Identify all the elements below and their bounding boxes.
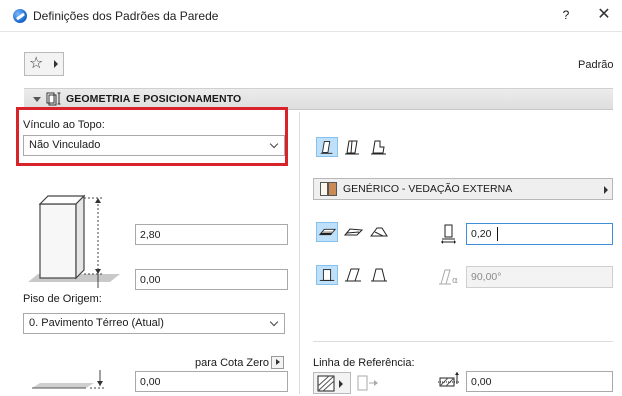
chevron-down-icon <box>269 139 279 149</box>
window-title: Definições dos Padrões da Parede <box>33 9 219 23</box>
straight-wall-method-button[interactable] <box>316 137 338 157</box>
home-floor-dropdown[interactable]: 0. Pavimento Térreo (Atual) <box>23 313 285 334</box>
favorites-button[interactable]: ☆ <box>24 52 64 76</box>
base-offset-value: 0,00 <box>140 274 161 286</box>
polygonal-wall-method-button[interactable] <box>368 137 390 157</box>
svg-text:α: α <box>452 276 458 286</box>
base-offset-input[interactable]: 0,00 <box>135 269 288 290</box>
chevron-down-icon <box>269 317 279 327</box>
text-cursor <box>497 227 498 241</box>
top-link-label: Vínculo ao Topo: <box>23 119 105 131</box>
arrow-right-icon <box>604 186 608 194</box>
basic-structure-button[interactable] <box>316 222 338 242</box>
wall-geometry-icon <box>46 92 62 106</box>
vertical-wall-button[interactable] <box>316 265 338 285</box>
reference-line-offset-value: 0,00 <box>471 376 492 388</box>
composite-structure-button[interactable] <box>342 222 364 242</box>
trapezoid-wall-method-button[interactable] <box>342 137 364 157</box>
reference-line-icon <box>317 375 343 392</box>
building-material-selector[interactable]: GENÉRICO - VEDAÇÃO EXTERNA <box>313 178 613 200</box>
material-swatch-icon <box>328 182 337 196</box>
top-link-dropdown[interactable]: Não Vinculado <box>23 135 285 156</box>
star-icon: ☆ <box>29 55 44 72</box>
wall-thickness-value: 0,20 <box>471 228 492 240</box>
default-settings-label: Padrão <box>578 59 614 71</box>
collapse-triangle-icon[interactable] <box>33 97 41 102</box>
reference-line-label: Linha de Referência: <box>313 357 415 369</box>
title-bar: Definições dos Padrões da Parede ? ✕ <box>0 0 622 32</box>
close-button[interactable]: ✕ <box>595 6 613 24</box>
wall-thickness-input[interactable]: 0,20 <box>466 223 613 245</box>
flip-reference-line-button[interactable] <box>356 372 380 394</box>
top-link-value: Não Vinculado <box>29 139 101 151</box>
zero-offset-value: 0,00 <box>140 376 161 388</box>
inclination-angle-value: 90,00° <box>471 271 502 283</box>
zero-reference-label: para Cota Zero <box>195 357 269 369</box>
zero-reference-popup-button[interactable] <box>271 356 284 369</box>
column-divider <box>299 112 300 394</box>
material-swatch-icon <box>320 182 328 196</box>
reference-line-offset-input[interactable]: 0,00 <box>466 371 613 392</box>
archicad-logo-icon <box>13 9 27 23</box>
wall-thickness-icon <box>438 223 460 245</box>
reference-line-popup-button[interactable] <box>313 372 351 394</box>
wall-height-input[interactable]: 2,80 <box>135 224 288 245</box>
help-button[interactable]: ? <box>559 8 573 24</box>
arrow-right-icon <box>54 60 58 68</box>
reference-level-diagram-icon <box>28 368 108 392</box>
double-slanted-wall-button[interactable] <box>368 265 390 285</box>
inclination-angle-input: 90,00° <box>466 266 613 288</box>
home-floor-label: Piso de Origem: <box>23 293 102 305</box>
wall-height-value: 2,80 <box>140 229 161 241</box>
slanted-wall-button[interactable] <box>342 265 364 285</box>
wall-height-diagram-icon <box>24 190 134 290</box>
section-divider <box>313 341 613 342</box>
reference-line-offset-icon <box>438 370 462 392</box>
section-title: GEOMETRIA E POSICIONAMENTO <box>66 93 242 105</box>
zero-offset-input[interactable]: 0,00 <box>135 371 288 392</box>
home-floor-value: 0. Pavimento Térreo (Atual) <box>29 317 164 329</box>
inclination-angle-icon: α <box>438 266 462 288</box>
material-name: GENÉRICO - VEDAÇÃO EXTERNA <box>343 183 513 195</box>
profile-structure-button[interactable] <box>368 222 390 242</box>
